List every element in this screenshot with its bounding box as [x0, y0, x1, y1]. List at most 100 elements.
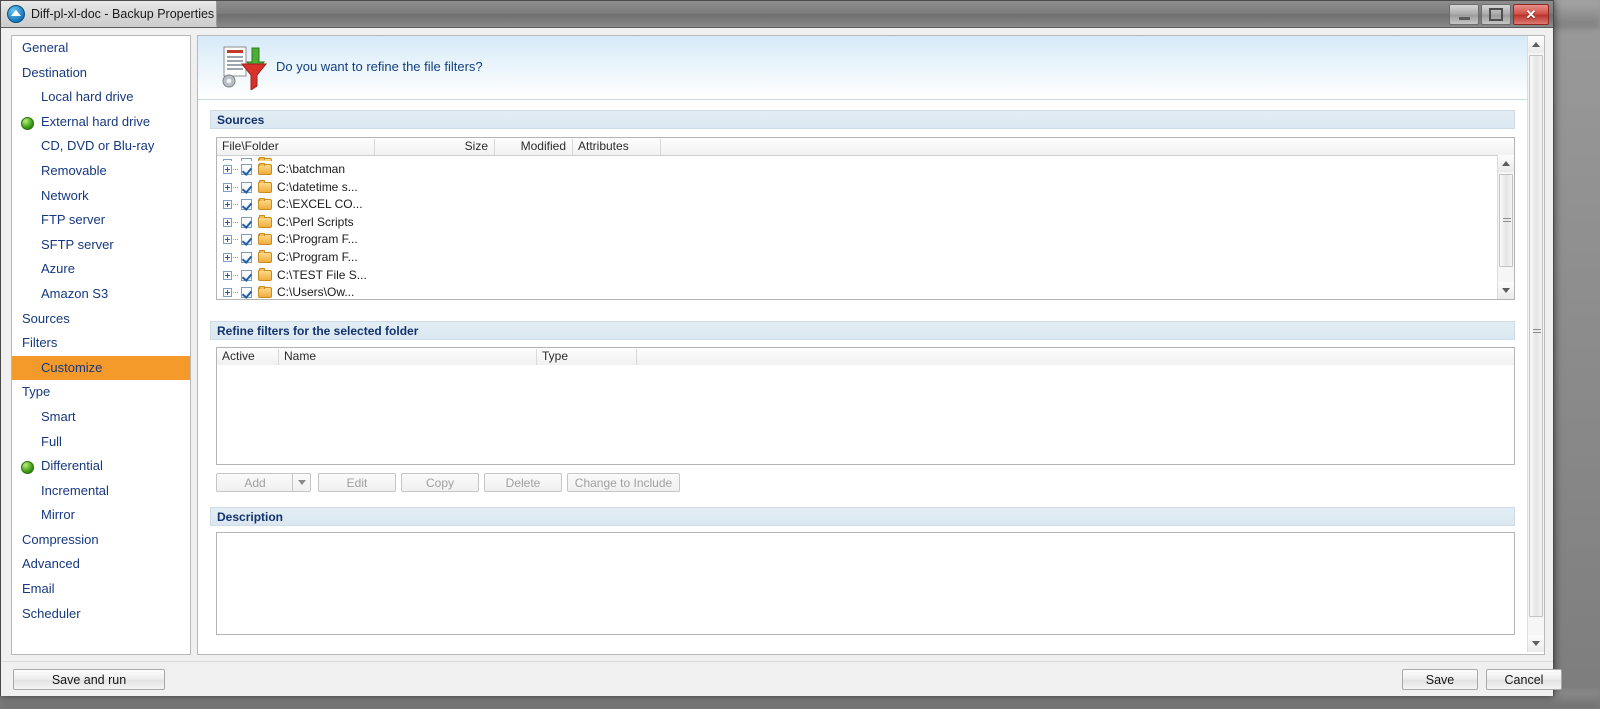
- expand-plus-icon[interactable]: [223, 235, 232, 245]
- expand-plus-icon[interactable]: [223, 182, 232, 192]
- sources-list[interactable]: File\Folder Size Modified Attributes C:\bat…: [216, 137, 1515, 300]
- sidebar-item-customize[interactable]: Customize: [12, 355, 190, 381]
- sidebar-item-mirror[interactable]: Mirror: [12, 503, 190, 528]
- row-checkbox[interactable]: [241, 181, 252, 193]
- refine-rows-empty[interactable]: [217, 365, 1514, 464]
- sources-column-1[interactable]: Size: [375, 139, 495, 155]
- sidebar-item-filters[interactable]: Filters: [12, 331, 190, 356]
- button-label: Copy: [425, 475, 454, 490]
- sidebar-item-email[interactable]: Email: [12, 577, 190, 602]
- change-to-include-button[interactable]: Change to Include: [567, 473, 680, 492]
- folder-icon: [258, 162, 272, 175]
- refine-column-filler: [637, 349, 1514, 365]
- save-button[interactable]: Save: [1402, 669, 1478, 690]
- sidebar-item-scheduler[interactable]: Scheduler: [12, 602, 190, 627]
- sources-column-0[interactable]: File\Folder: [217, 139, 375, 155]
- table-row[interactable]: C:\Users\Ow...: [217, 284, 1497, 299]
- row-checkbox[interactable]: [241, 251, 252, 263]
- sidebar-item-differential[interactable]: Differential: [12, 454, 190, 479]
- sidebar-item-ftp-server[interactable]: FTP server: [12, 208, 190, 233]
- sidebar-item-amazon-s3[interactable]: Amazon S3: [12, 282, 190, 307]
- row-checkbox[interactable]: [241, 287, 252, 299]
- delete-button[interactable]: Delete: [484, 473, 562, 492]
- window-title-tab[interactable]: Diff-pl-xl-doc - Backup Properties: [1, 1, 217, 27]
- scrollbar-thumb[interactable]: [1529, 55, 1543, 617]
- close-icon[interactable]: ✕: [1513, 4, 1549, 25]
- sources-rows[interactable]: C:\batchman C:\datetime s... C:\EXCEL CO..…: [217, 155, 1497, 299]
- table-row[interactable]: C:\Perl Scripts: [217, 214, 1497, 232]
- sidebar-item-azure[interactable]: Azure: [12, 257, 190, 282]
- sidebar-item-advanced[interactable]: Advanced: [12, 552, 190, 577]
- save-and-run-button[interactable]: Save and run: [13, 669, 165, 690]
- sidebar-item-full[interactable]: Full: [12, 430, 190, 455]
- copy-button[interactable]: Copy: [401, 473, 479, 492]
- expand-plus-icon[interactable]: [223, 200, 232, 210]
- sidebar-item-removable[interactable]: Removable: [12, 159, 190, 184]
- settings-panel: Do you want to refine the file filters? …: [197, 35, 1545, 655]
- sidebar-item-incremental[interactable]: Incremental: [12, 479, 190, 504]
- sources-scrollbar[interactable]: [1497, 155, 1514, 299]
- sidebar-item-label: Full: [41, 433, 62, 449]
- sidebar-item-smart[interactable]: Smart: [12, 405, 190, 430]
- navigation-sidebar[interactable]: General Destination Local hard drive Extern…: [11, 35, 191, 655]
- edit-button[interactable]: Edit: [318, 473, 396, 492]
- expand-plus-icon[interactable]: [223, 252, 232, 262]
- table-row[interactable]: C:\Program F...: [217, 231, 1497, 249]
- maximize-icon[interactable]: [1481, 4, 1511, 25]
- expand-plus-icon[interactable]: [223, 270, 232, 280]
- row-checkbox[interactable]: [241, 164, 252, 175]
- sidebar-item-label: Azure: [41, 261, 75, 277]
- refine-column-1[interactable]: Name: [279, 349, 537, 365]
- tree-line: [233, 274, 239, 276]
- panel-scrollbar[interactable]: [1527, 36, 1544, 652]
- description-field[interactable]: [216, 532, 1515, 635]
- sources-column-3[interactable]: Attributes: [573, 139, 661, 155]
- table-row[interactable]: C:\batchman: [217, 161, 1497, 179]
- table-row[interactable]: C:\TEST File S...: [217, 267, 1497, 285]
- sidebar-item-destination[interactable]: Destination: [12, 61, 190, 86]
- sidebar-item-external-hard-drive[interactable]: External hard drive: [12, 110, 190, 135]
- sidebar-item-label: Customize: [41, 359, 103, 375]
- scroll-down-icon[interactable]: [1528, 635, 1544, 652]
- sidebar-item-network[interactable]: Network: [12, 184, 190, 209]
- expand-plus-icon[interactable]: [223, 165, 232, 174]
- table-row[interactable]: C:\EXCEL CO...: [217, 196, 1497, 214]
- window-title: Diff-pl-xl-doc - Backup Properties: [31, 6, 215, 21]
- scroll-down-icon[interactable]: [1498, 282, 1514, 299]
- row-checkbox[interactable]: [241, 216, 252, 228]
- tree-line: [233, 169, 239, 170]
- sidebar-item-sftp-server[interactable]: SFTP server: [12, 233, 190, 258]
- scroll-up-icon[interactable]: [1498, 155, 1514, 172]
- sidebar-item-cd-dvd-or-blu-ray[interactable]: CD, DVD or Blu-ray: [12, 134, 190, 159]
- sidebar-item-local-hard-drive[interactable]: Local hard drive: [12, 85, 190, 110]
- sidebar-item-type[interactable]: Type: [12, 380, 190, 405]
- sidebar-item-compression[interactable]: Compression: [12, 528, 190, 553]
- sidebar-item-label: Differential: [41, 458, 103, 474]
- folder-icon: [258, 232, 272, 246]
- scroll-up-icon[interactable]: [1528, 36, 1544, 53]
- sidebar-item-label: Sources: [22, 310, 70, 326]
- tree-line: [233, 256, 239, 258]
- sidebar-item-general[interactable]: General: [12, 36, 190, 61]
- cancel-button[interactable]: Cancel: [1486, 669, 1562, 690]
- minimize-icon[interactable]: [1449, 4, 1479, 25]
- scrollbar-thumb[interactable]: [1499, 174, 1513, 267]
- row-checkbox[interactable]: [241, 234, 252, 246]
- expand-plus-icon[interactable]: [223, 288, 232, 298]
- expand-plus-icon[interactable]: [223, 217, 232, 227]
- sources-column-2[interactable]: Modified: [495, 139, 573, 155]
- refine-filters-list[interactable]: Active Name Type: [216, 347, 1515, 465]
- table-row[interactable]: C:\Program F...: [217, 249, 1497, 267]
- sidebar-item-sources[interactable]: Sources: [12, 307, 190, 332]
- refine-column-2[interactable]: Type: [537, 349, 637, 365]
- add-button[interactable]: Add: [216, 473, 311, 492]
- backup-properties-window: Diff-pl-xl-doc - Backup Properties ✕ Gen…: [0, 0, 1562, 696]
- table-row[interactable]: C:\datetime s...: [217, 179, 1497, 197]
- row-checkbox[interactable]: [241, 269, 252, 281]
- button-label: Add: [244, 475, 266, 490]
- button-label: Edit: [346, 475, 368, 490]
- sidebar-item-label: Filters: [22, 335, 58, 351]
- refine-column-0[interactable]: Active: [217, 349, 279, 365]
- chevron-down-icon[interactable]: [292, 473, 310, 492]
- row-checkbox[interactable]: [241, 199, 252, 211]
